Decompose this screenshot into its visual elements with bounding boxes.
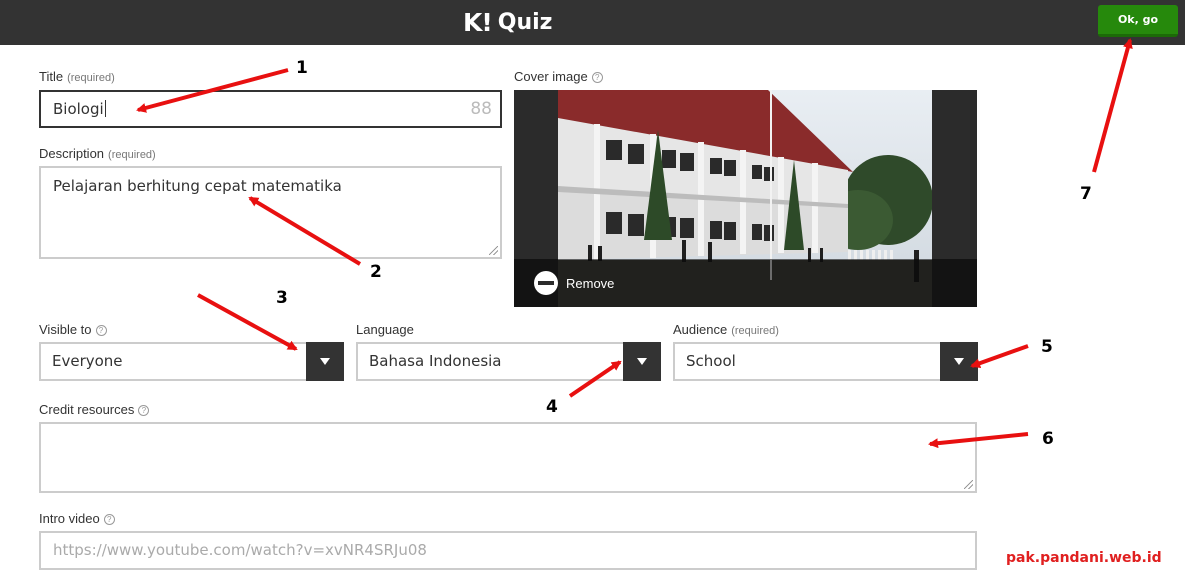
description-textarea[interactable]: Pelajaran berhitung cepat matematika xyxy=(39,166,502,259)
kahoot-logo: K! Quiz xyxy=(463,7,553,37)
visible-to-value: Everyone xyxy=(52,352,123,370)
description-required: (required) xyxy=(108,149,156,161)
text-caret xyxy=(104,100,106,117)
annotation-number-2: 2 xyxy=(370,262,382,282)
minus-circle-icon xyxy=(534,271,558,295)
audience-required: (required) xyxy=(731,325,779,337)
chevron-down-icon[interactable] xyxy=(940,342,978,381)
watermark: pak.pandani.web.id xyxy=(1006,550,1162,566)
remove-image-button[interactable]: Remove xyxy=(534,271,614,295)
kahoot-logo-mark: K! xyxy=(463,7,493,37)
chevron-down-icon[interactable] xyxy=(623,342,661,381)
annotation-number-4: 4 xyxy=(546,397,558,417)
audience-select[interactable]: School xyxy=(673,342,978,381)
intro-video-label-text: Intro video xyxy=(39,511,100,526)
credit-resources-label: Credit resources? xyxy=(39,402,150,417)
arrow-5 xyxy=(970,344,1029,369)
audience-label-text: Audience xyxy=(673,322,728,337)
intro-video-label: Intro video? xyxy=(39,511,115,526)
resize-grip-icon[interactable] xyxy=(964,480,973,489)
question-circle-icon[interactable]: ? xyxy=(103,514,115,525)
title-label-text: Title xyxy=(39,69,64,84)
credit-resources-label-text: Credit resources xyxy=(39,402,135,417)
description-label-text: Description xyxy=(39,146,105,161)
question-circle-icon[interactable]: ? xyxy=(138,405,150,416)
visible-to-label-text: Visible to xyxy=(39,322,92,337)
ok-go-button[interactable]: Ok, go xyxy=(1098,5,1178,37)
title-required: (required) xyxy=(67,72,115,84)
arrow-7 xyxy=(1092,38,1133,173)
intro-video-placeholder: https://www.youtube.com/watch?v=xvNR4SRJ… xyxy=(53,541,427,559)
remove-overlay: Remove xyxy=(514,259,977,307)
annotation-number-7: 7 xyxy=(1080,184,1092,204)
annotation-number-3: 3 xyxy=(276,288,288,308)
resize-grip-icon[interactable] xyxy=(489,246,498,255)
cover-image[interactable]: Remove xyxy=(514,90,977,307)
visible-to-select[interactable]: Everyone xyxy=(39,342,344,381)
annotation-number-1: 1 xyxy=(296,58,308,78)
top-bar: K! Quiz Ok, go xyxy=(0,0,1185,45)
description-label: Description (required) xyxy=(39,146,156,161)
title-label: Title (required) xyxy=(39,69,115,84)
visible-to-label: Visible to? xyxy=(39,322,107,337)
annotation-number-5: 5 xyxy=(1041,337,1053,357)
title-value: Biologi xyxy=(53,100,106,118)
credit-resources-textarea[interactable] xyxy=(39,422,977,493)
language-value: Bahasa Indonesia xyxy=(369,352,502,370)
remove-label: Remove xyxy=(566,275,615,291)
quiz-title: Quiz xyxy=(497,9,553,35)
title-value-text: Biologi xyxy=(53,100,104,118)
cover-image-label: Cover image? xyxy=(514,69,603,84)
audience-value: School xyxy=(686,352,736,370)
annotation-number-6: 6 xyxy=(1042,429,1054,449)
chevron-down-icon[interactable] xyxy=(306,342,344,381)
language-label: Language xyxy=(356,322,414,337)
audience-label: Audience (required) xyxy=(673,322,779,337)
question-circle-icon[interactable]: ? xyxy=(95,325,107,336)
question-circle-icon[interactable]: ? xyxy=(591,72,603,83)
description-value: Pelajaran berhitung cepat matematika xyxy=(53,177,342,195)
cover-image-label-text: Cover image xyxy=(514,69,588,84)
language-select[interactable]: Bahasa Indonesia xyxy=(356,342,661,381)
intro-video-input[interactable]: https://www.youtube.com/watch?v=xvNR4SRJ… xyxy=(39,531,977,570)
title-input[interactable]: Biologi 88 xyxy=(39,90,502,128)
language-label-text: Language xyxy=(356,322,414,337)
character-counter: 88 xyxy=(470,99,492,119)
